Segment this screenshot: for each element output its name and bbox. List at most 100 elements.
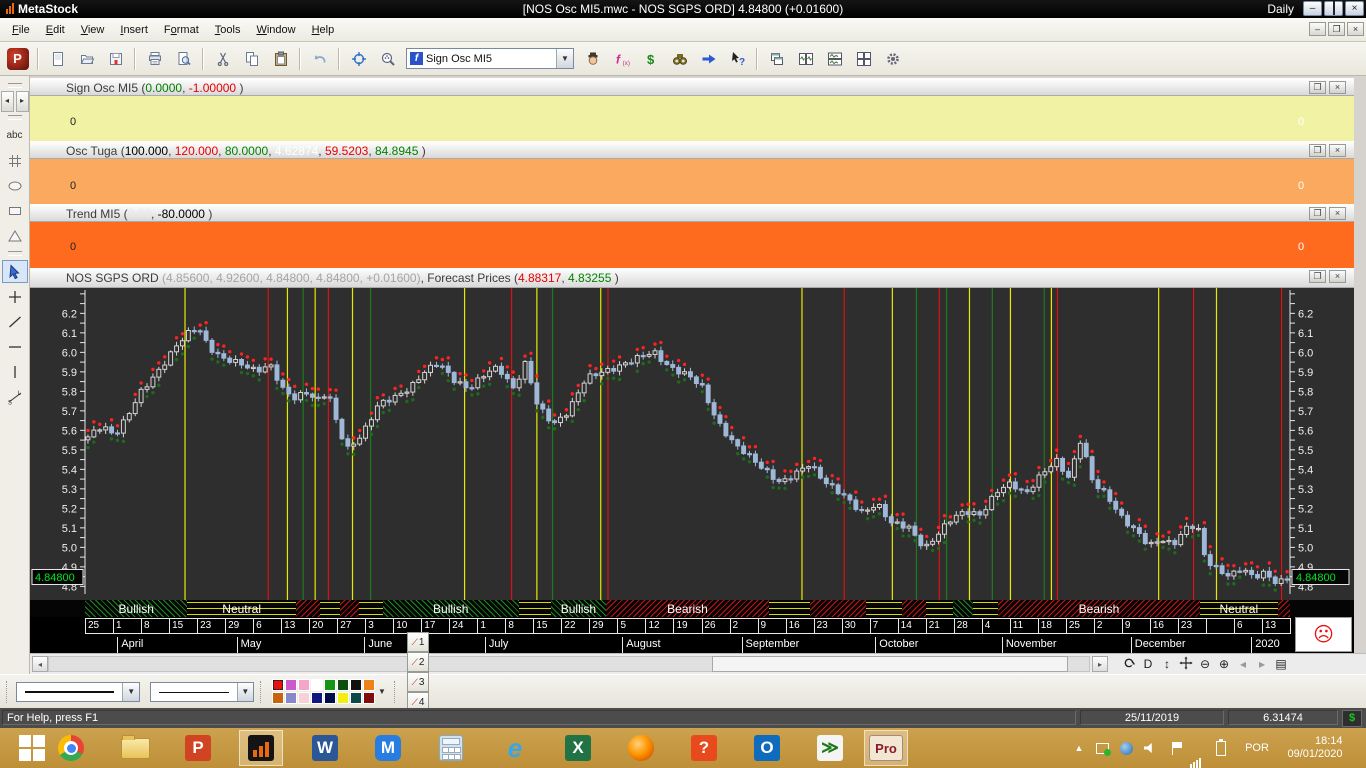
open-button[interactable] — [73, 45, 100, 72]
tool-text-abc[interactable]: abc — [1, 124, 28, 147]
panel-maximize-button[interactable]: ❐ — [1309, 144, 1326, 157]
menu-window[interactable]: Window — [248, 21, 303, 39]
tool-crosshair[interactable] — [1, 285, 28, 308]
color-swatch[interactable] — [285, 679, 297, 691]
pro-button[interactable]: P — [5, 45, 32, 72]
print-button[interactable] — [141, 45, 168, 72]
taskbar-calculator[interactable] — [429, 730, 473, 766]
tool-horizontal-line[interactable] — [1, 335, 28, 358]
line-style-dropdown[interactable]: ▼ — [16, 682, 140, 702]
menu-help[interactable]: Help — [304, 21, 343, 39]
menu-file[interactable]: File — [4, 21, 38, 39]
vert-zoom-button[interactable]: ↕ — [1158, 656, 1176, 673]
next-button[interactable]: ▸ — [1253, 656, 1271, 673]
color-swatch[interactable] — [298, 679, 310, 691]
palette-dropdown[interactable]: ▼ — [376, 679, 388, 705]
gear-button[interactable] — [879, 45, 906, 72]
taskbar-greenshot[interactable]: ≫ — [808, 730, 852, 766]
scrollbar-thumb[interactable] — [712, 656, 1068, 672]
toolbar-grip[interactable] — [260, 681, 264, 703]
taskbar-word[interactable]: W — [303, 730, 347, 766]
color-swatch[interactable] — [337, 692, 349, 704]
battery-icon[interactable] — [1210, 728, 1232, 768]
indicator-plot-1[interactable]: 00 — [30, 96, 1354, 294]
color-swatch[interactable] — [311, 679, 323, 691]
whatsthis-button[interactable]: ? — [724, 45, 751, 72]
taskbar-pro[interactable]: Pro — [864, 730, 908, 766]
tool-rectangle[interactable] — [1, 199, 28, 222]
tool-trendline[interactable] — [1, 310, 28, 333]
list-button[interactable]: ▤ — [1272, 656, 1290, 673]
color-swatch[interactable] — [350, 679, 362, 691]
speaker-icon[interactable] — [1140, 728, 1160, 768]
head-button[interactable] — [579, 45, 606, 72]
chevron-down-icon[interactable]: ▼ — [556, 49, 573, 68]
layout-button-1[interactable]: ⟋ 1 — [407, 632, 429, 652]
main-price-chart[interactable]: 4.8 4.8 4.9 4.9 5.0 5.0 5.1 5.1 5.2 5.2 5.3 5.3 5.4 5… — [30, 288, 1354, 600]
usb-icon[interactable] — [1092, 728, 1112, 768]
taskbar-help[interactable]: ? — [682, 730, 726, 766]
tool-pointer[interactable] — [1, 260, 28, 283]
tool-regression[interactable]: SL — [1, 385, 28, 408]
toolbar-grip[interactable] — [394, 681, 398, 703]
indicator-plot-3[interactable]: 00 — [30, 222, 1354, 421]
tilev-button[interactable] — [792, 45, 819, 72]
arrow-button[interactable] — [695, 45, 722, 72]
indicator-plot-2[interactable]: 00 — [30, 159, 1354, 357]
layout-button-3[interactable]: ⟋ 3 — [407, 672, 429, 692]
cut-button[interactable] — [209, 45, 236, 72]
undo-button[interactable] — [306, 45, 333, 72]
copy-button[interactable] — [238, 45, 265, 72]
taskbar-powerpoint[interactable]: P — [176, 730, 220, 766]
taskbar-metastock[interactable] — [239, 730, 283, 766]
dollar-button[interactable]: $ — [637, 45, 664, 72]
tileh-button[interactable] — [821, 45, 848, 72]
cascade-button[interactable] — [763, 45, 790, 72]
paste-button[interactable] — [267, 45, 294, 72]
tool-vertical-line[interactable] — [1, 360, 28, 383]
prev-button[interactable]: ◂ — [1234, 656, 1252, 673]
layout-button-2[interactable]: ⟋ 2 — [407, 652, 429, 672]
new-button[interactable] — [44, 45, 71, 72]
taskbar-outlook[interactable]: O — [745, 730, 789, 766]
signal-bars-icon[interactable] — [1184, 728, 1206, 768]
tool-triangle[interactable] — [1, 224, 28, 247]
flag-icon[interactable] — [1162, 728, 1182, 768]
line-weight-dropdown[interactable]: ▼ — [150, 682, 254, 702]
tray-expand-icon[interactable]: ▲ — [1072, 728, 1086, 768]
taskbar-firefox[interactable] — [619, 730, 663, 766]
fx-button[interactable]: f (x) — [608, 45, 635, 72]
restore-button[interactable] — [1324, 1, 1343, 16]
panel-close-button[interactable]: × — [1329, 81, 1346, 94]
unhappy-face-indicator[interactable]: ☹ — [1295, 617, 1352, 652]
menu-view[interactable]: View — [73, 21, 113, 39]
zoomdots-button[interactable] — [374, 45, 401, 72]
minimize-button[interactable]: – — [1303, 1, 1322, 16]
scroll-chart-right-button[interactable]: ▸ — [15, 91, 29, 112]
panel-close-button[interactable]: × — [1329, 270, 1346, 283]
pan-button[interactable] — [1177, 656, 1195, 673]
taskbar-excel[interactable]: X — [556, 730, 600, 766]
child-minimize-button[interactable]: – — [1309, 22, 1326, 36]
indicator-selector-dropdown[interactable]: f Sign Osc MI5 ▼ — [406, 48, 574, 69]
color-swatch[interactable] — [337, 679, 349, 691]
panel-close-button[interactable]: × — [1329, 144, 1346, 157]
refresh-button[interactable] — [1120, 656, 1138, 673]
taskbar-maxthon[interactable]: M — [366, 730, 410, 766]
language-indicator[interactable]: POR — [1240, 728, 1274, 768]
color-swatch[interactable] — [363, 692, 375, 704]
color-swatch[interactable] — [311, 692, 323, 704]
preview-button[interactable] — [170, 45, 197, 72]
taskbar-explorer[interactable] — [113, 730, 157, 766]
taskbar-chrome[interactable] — [49, 730, 93, 766]
binoc-button[interactable] — [666, 45, 693, 72]
D-button[interactable]: D — [1139, 656, 1157, 673]
tool-grid[interactable] — [1, 149, 28, 172]
tool-ellipse[interactable] — [1, 174, 28, 197]
panel-close-button[interactable]: × — [1329, 207, 1346, 220]
menu-format[interactable]: Format — [156, 21, 207, 39]
menu-insert[interactable]: Insert — [112, 21, 156, 39]
target-button[interactable] — [345, 45, 372, 72]
save-button[interactable] — [102, 45, 129, 72]
scroll-right-arrow[interactable]: ▸ — [1092, 656, 1108, 672]
